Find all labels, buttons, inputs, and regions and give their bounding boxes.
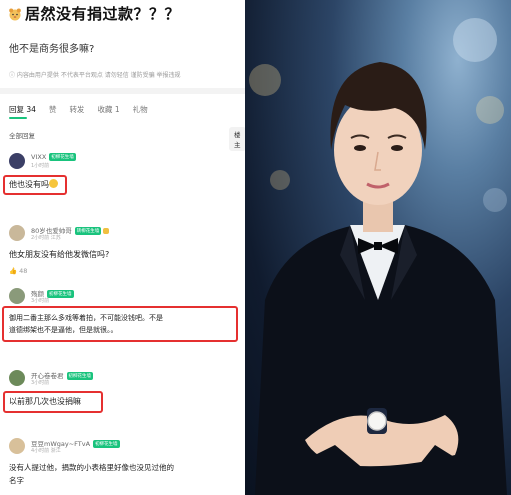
user-badge: 初柳花生墙: [49, 153, 76, 161]
comment-username[interactable]: VIXX 初柳花生墙: [31, 153, 76, 161]
thumbs-up-icon: 👍: [9, 267, 18, 275]
hamster-icon: [9, 8, 21, 20]
tab-replies[interactable]: 回复 34: [9, 104, 36, 115]
highlight-box: [3, 391, 103, 413]
post-body: 他不是商务很多嘛?: [9, 44, 95, 55]
tab-gifts[interactable]: 礼物: [133, 104, 148, 115]
tab-likes[interactable]: 赞: [49, 104, 57, 115]
post-notice: ⓘ 内容由用户提供 不代表平台观点 请勿轻信 谨防受骗 举报违规: [9, 72, 181, 79]
comment-text-line: 名字: [9, 476, 24, 485]
highlight-box: [2, 306, 238, 342]
comment-meta: 1小时前: [31, 163, 50, 169]
reply-tabs: 回复 34 赞 转发 收藏 1 礼物: [9, 104, 148, 115]
hand-icon: [103, 228, 110, 234]
user-badge: 转柳花生墙: [74, 227, 102, 235]
tab-reposts[interactable]: 转发: [69, 104, 84, 115]
comment-meta: 2小时前 江苏: [31, 235, 61, 241]
avatar[interactable]: [9, 370, 25, 386]
comment-item: VIXX 初柳花生墙 1小时前 他也没有吗: [3, 153, 239, 208]
like-count[interactable]: 👍 48: [9, 267, 27, 275]
sort-button[interactable]: 楼主: [229, 127, 245, 151]
comment-item: 殇颜 初柳花生墙 3小时前 御用二番主那么多戏等着拍，不可能没钱吧。不是 道德绑架…: [2, 288, 239, 353]
portrait-photo: [245, 0, 511, 495]
user-badge: 初柳花生墙: [47, 290, 74, 298]
avatar[interactable]: [9, 225, 25, 241]
active-tab-indicator: [9, 117, 27, 119]
post-title-row: 居然没有捐过款？？？: [8, 3, 180, 24]
comment-item: 开心卷卷君 初柳花生墙 3小时前 以前那几次也没捐嘛: [3, 370, 239, 425]
tab-favorites[interactable]: 收藏 1: [97, 104, 119, 115]
comment-meta: 3小时前: [31, 380, 50, 386]
user-badge: 初柳花生墙: [93, 440, 120, 448]
comment-item: 80岁也爱帅哥 转柳花生墙 2小时前 江苏 他女朋友没有给他发微信吗? 👍 48: [9, 225, 239, 280]
avatar[interactable]: [9, 153, 25, 169]
all-replies-label: 全部回复: [9, 132, 35, 140]
highlight-box: [3, 175, 67, 195]
comment-text: 他女朋友没有给他发微信吗?: [9, 250, 110, 259]
portrait-illustration: [249, 18, 507, 495]
comment-text-line: 没有人提过他，捐款的小表格里好像也没见过他的: [9, 463, 174, 472]
forum-screenshot: 居然没有捐过款？？？ 他不是商务很多嘛? ⓘ 内容由用户提供 不代表平台观点 请…: [0, 0, 245, 495]
info-icon: ⓘ: [9, 72, 17, 79]
avatar[interactable]: [9, 438, 25, 454]
comment-item: 豆豆mWgay~FTvA 初柳花生墙 4小时前 浙江 没有人提过他，捐款的小表格里…: [9, 438, 239, 493]
post-title: 居然没有捐过款？？？: [25, 5, 181, 23]
comment-meta: 3小时前: [31, 298, 50, 304]
section-divider: [0, 88, 245, 94]
avatar[interactable]: [9, 288, 25, 304]
comment-meta: 4小时前 浙江: [31, 448, 61, 454]
user-badge: 初柳花生墙: [66, 372, 93, 380]
